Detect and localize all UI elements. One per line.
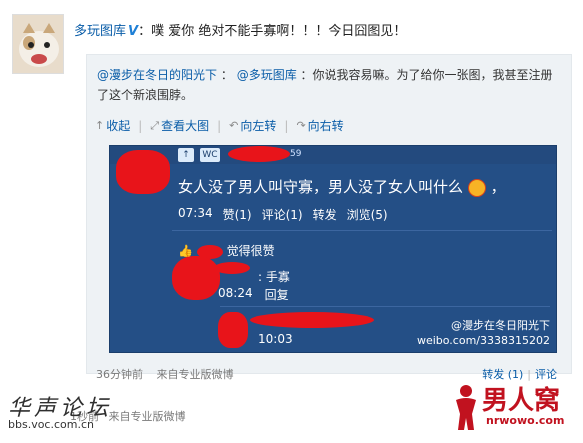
small-count: 59 — [290, 149, 302, 159]
redacted-avatar — [172, 256, 220, 300]
divider — [172, 230, 552, 231]
repost-text: @漫步在冬日的阳光下 ： @多玩图库 ：你说我容易嘛。为了给你一张图，我甚至注册… — [97, 68, 553, 102]
embedded-screenshot[interactable]: ↑ WC 59 女人没了男人叫守寡，男人没了女人叫什么 ， 07:34 赞(1)… — [109, 145, 557, 353]
screenshot-topbar — [110, 146, 556, 164]
rotate-right-button[interactable]: ↷ 向右转 — [296, 117, 343, 134]
image-watermark-caption: @漫步在冬日阳光下 — [451, 319, 550, 332]
wc-badge-icon: WC — [200, 148, 220, 162]
collapse-button[interactable]: ↑ 收起 — [95, 117, 130, 134]
verified-badge-icon: V — [128, 24, 139, 39]
post-time[interactable]: 36分钟前 — [96, 368, 143, 381]
mention-link[interactable]: @漫步在冬日的阳光下 — [97, 68, 217, 82]
zoom-icon: ⤢ — [150, 118, 160, 132]
logo-text: 男人窝 — [482, 386, 561, 416]
view-large-button[interactable]: ⤢ 查看大图 — [150, 117, 209, 134]
reply-time: 08:24 — [218, 286, 253, 300]
image-actions: ↑ 收起 | ⤢ 查看大图 | ↶ 向左转 | ↷ 向右转 — [95, 117, 344, 134]
rotate-left-button[interactable]: ↶ 向左转 — [229, 117, 276, 134]
post-meta: 36分钟前 来自专业版微博 — [96, 366, 234, 382]
reply-to-link[interactable]: @多玩图库 — [237, 68, 297, 82]
comment-count[interactable]: 评论(1) — [262, 206, 303, 223]
reply-text: : 手寡 — [258, 270, 290, 284]
post-source[interactable]: 来自专业版微博 — [157, 368, 234, 381]
site-logo: 男人窝 nrwowo.com — [452, 380, 578, 436]
chat-message: 女人没了男人叫守寡，男人没了女人叫什么 ， — [178, 178, 506, 197]
separator: | — [284, 118, 289, 133]
repost-box: @漫步在冬日的阳光下 ： @多玩图库 ：你说我容易嘛。为了给你一张图，我甚至注册… — [86, 54, 572, 374]
post-text: ：噗 爱你 绝对不能手寡啊！！！今日囧图见！ — [138, 24, 407, 39]
redacted-avatar — [116, 150, 170, 194]
message-time: 07:34 — [178, 206, 213, 220]
redacted-avatar — [218, 312, 248, 348]
logo-url: nrwowo.com — [486, 414, 565, 427]
logo-figure-icon — [456, 385, 476, 430]
separator: | — [138, 118, 143, 133]
separator: | — [217, 118, 222, 133]
like-count[interactable]: 赞(1) — [223, 206, 252, 223]
third-time: 10:03 — [258, 332, 293, 346]
image-watermark-url: weibo.com/3338315202 — [416, 334, 550, 347]
forward-button[interactable]: 转发 — [313, 206, 337, 223]
author-avatar[interactable] — [12, 14, 64, 74]
message-meta: 07:34 赞(1) 评论(1) 转发 浏览(5) — [178, 206, 388, 223]
redaction-mark — [250, 312, 374, 328]
post-header: 多玩图库 V：噗 爱你 绝对不能手寡啊！！！今日囧图见！ — [74, 20, 406, 39]
view-count: 浏览(5) — [346, 208, 388, 222]
reply-button[interactable]: 回复 — [265, 286, 289, 303]
reply-meta: 08:24 回复 — [218, 286, 289, 303]
divider — [220, 306, 550, 307]
rotate-left-icon: ↶ — [229, 119, 239, 132]
rotate-right-icon: ↷ — [296, 119, 306, 132]
second-source[interactable]: 来自专业版微博 — [109, 410, 186, 423]
up-badge-icon: ↑ — [178, 148, 194, 162]
redaction-mark — [214, 262, 250, 274]
redaction-mark — [228, 146, 290, 162]
forum-url: bbs.voc.com.cn — [8, 418, 94, 431]
arrow-up-icon: ↑ — [95, 119, 105, 132]
emoji-icon — [467, 178, 486, 197]
author-name[interactable]: 多玩图库 — [74, 24, 126, 39]
